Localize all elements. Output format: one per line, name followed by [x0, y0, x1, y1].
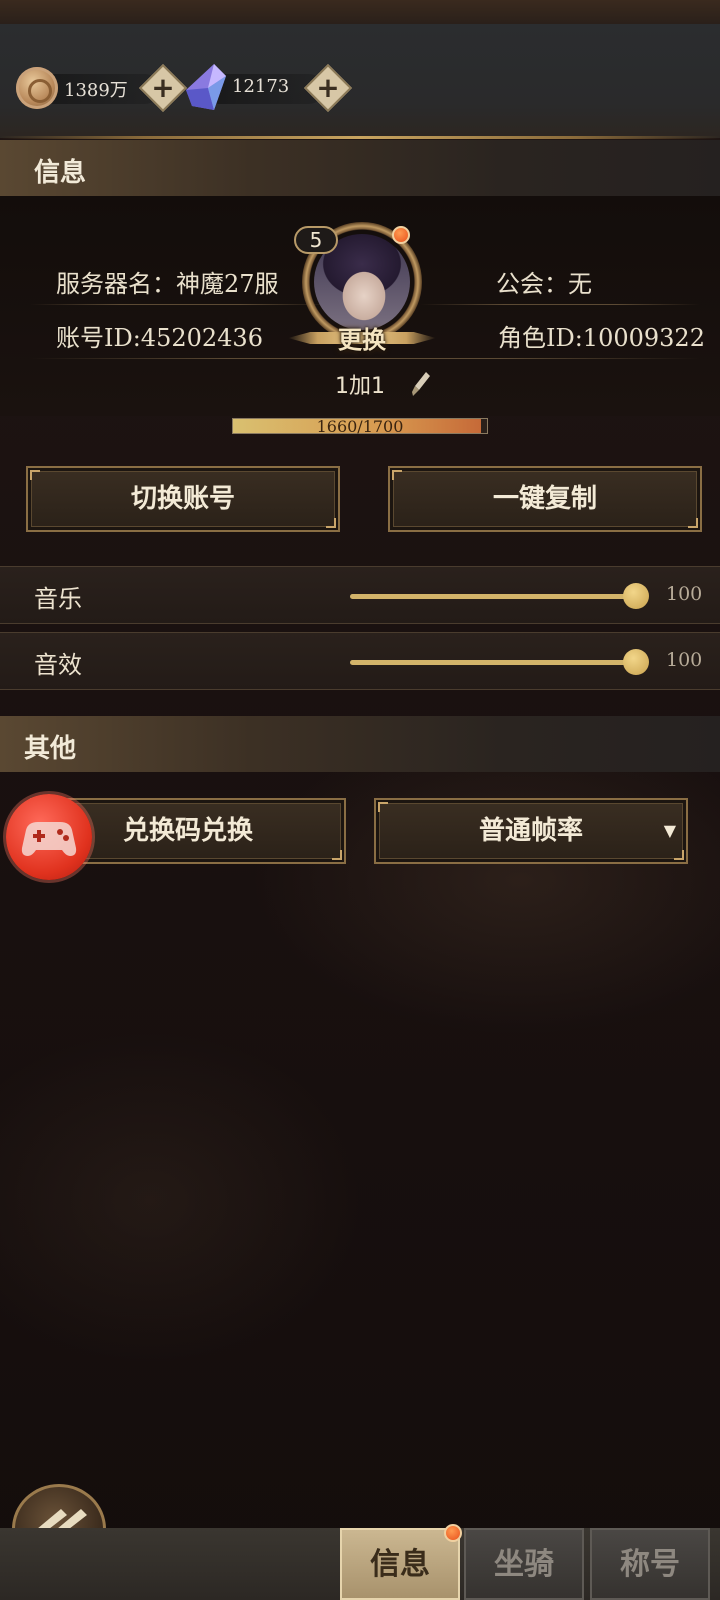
crystal-amount: 12173: [232, 76, 290, 97]
server-name: 服务器名：神魔27服: [56, 270, 279, 298]
avatar-notification-dot: [392, 226, 410, 244]
avatar[interactable]: 5 更换: [288, 222, 436, 362]
redeem-code-label: 兑换码兑换: [122, 816, 253, 846]
music-setting-row: 音乐 100: [0, 566, 720, 624]
change-avatar-label: 更换: [338, 325, 386, 354]
tab-info-label: 信息: [370, 1547, 430, 1582]
top-scene-strip: [0, 0, 720, 24]
player-name: 1加1: [335, 374, 385, 399]
sfx-setting-row: 音效 100: [0, 632, 720, 690]
exp-text: 1660/1700: [316, 417, 404, 436]
button-corner: [378, 802, 388, 812]
role-id: 角色ID:10009322: [498, 324, 705, 352]
floating-gamepad-button[interactable]: [6, 794, 92, 880]
player-name-row: 1加1: [0, 368, 720, 400]
music-slider-track[interactable]: [350, 594, 632, 599]
button-corner: [688, 518, 698, 528]
info-divider-right: [420, 304, 700, 305]
switch-account-label: 切换账号: [130, 484, 235, 514]
info-section-header: 信息: [0, 140, 720, 196]
button-corner: [332, 850, 342, 860]
sfx-value: 100: [666, 649, 703, 671]
one-click-copy-button[interactable]: 一键复制: [388, 466, 702, 532]
account-id: 账号ID:45202436: [56, 324, 263, 352]
info-divider-left: [30, 304, 330, 305]
change-avatar-button[interactable]: 更换: [288, 320, 436, 358]
gamepad-icon: [21, 822, 77, 856]
edit-name-brush-icon[interactable]: [410, 370, 432, 398]
sfx-label: 音效: [34, 651, 82, 679]
coin-amount: 1389万: [64, 80, 128, 101]
exp-bar: 1660/1700: [232, 417, 488, 436]
music-label: 音乐: [34, 585, 82, 613]
plus-icon: +: [316, 71, 340, 104]
other-section-header: 其他: [0, 716, 720, 772]
sfx-slider-track[interactable]: [350, 660, 632, 665]
tab-mount-label: 坐骑: [494, 1547, 554, 1582]
tab-info-notification-dot: [444, 1524, 462, 1542]
tab-info[interactable]: 信息: [340, 1528, 460, 1600]
button-corner: [30, 470, 40, 480]
frame-rate-selected-value: 普通帧率: [478, 816, 583, 846]
music-slider-handle[interactable]: [623, 583, 649, 609]
tab-title[interactable]: 称号: [590, 1528, 710, 1600]
button-corner: [392, 470, 402, 480]
tab-title-label: 称号: [620, 1547, 680, 1582]
resource-bar-divider: [0, 136, 720, 139]
frame-rate-select[interactable]: 普通帧率 ▼: [374, 798, 688, 864]
copy-label: 一键复制: [492, 484, 597, 514]
level-badge: 5: [294, 226, 338, 254]
other-section-title: 其他: [24, 734, 77, 764]
crystal-icon: [186, 64, 226, 110]
plus-icon: +: [151, 71, 175, 104]
guild-name: 公会：无: [496, 270, 592, 298]
switch-account-button[interactable]: 切换账号: [26, 466, 340, 532]
music-value: 100: [666, 583, 703, 605]
info-section-title: 信息: [34, 158, 87, 188]
tab-mount[interactable]: 坐骑: [464, 1528, 584, 1600]
button-corner: [674, 850, 684, 860]
sfx-slider-handle[interactable]: [623, 649, 649, 675]
button-corner: [326, 518, 336, 528]
coin-icon: [16, 67, 58, 109]
